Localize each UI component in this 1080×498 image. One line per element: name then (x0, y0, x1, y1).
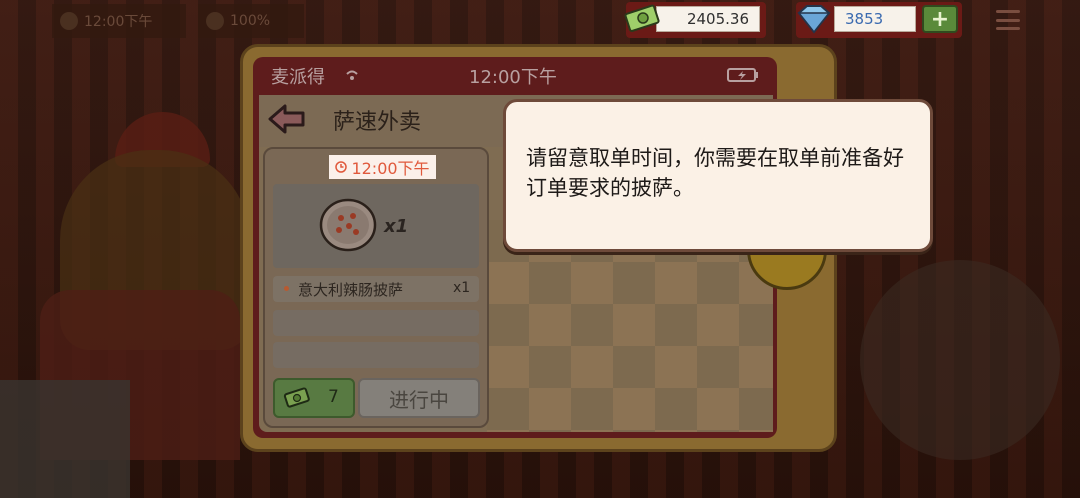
cash-icon (624, 4, 660, 32)
pizza-quantity: x1 (384, 216, 409, 237)
clock-hud: 12:00下午 (52, 4, 186, 38)
cash-icon (283, 387, 310, 408)
order-item-name: 意大利辣肠披萨 (298, 281, 404, 299)
wifi-icon (346, 70, 358, 80)
add-gems-button[interactable]: + (922, 5, 958, 33)
order-item-qty: x1 (453, 280, 471, 296)
clock-icon (335, 161, 348, 173)
gem-value: 3853 (834, 6, 916, 32)
page-title: 萨速外卖 (333, 110, 422, 135)
battery-hud: 100% (198, 4, 304, 38)
bullet-icon (284, 286, 289, 291)
menu-line (996, 10, 1020, 13)
phone-clock: 12:00下午 (469, 67, 557, 88)
reward-amount: 7 (328, 387, 339, 407)
pickup-time: 12:00下午 (351, 159, 430, 178)
phone-status-bar: 麦派得 12:00下午 (253, 57, 777, 95)
phone-app-name: 麦派得 (271, 67, 325, 88)
clock-hud-time: 12:00下午 (84, 14, 153, 30)
order-status-button[interactable]: 进行中 (358, 378, 480, 418)
menu-button[interactable] (988, 6, 1028, 34)
menu-line (996, 18, 1020, 22)
background-customer (860, 260, 1060, 460)
percent-icon (206, 12, 224, 30)
pepperoni-pizza-icon (319, 198, 377, 252)
money-value: 2405.36 (656, 6, 760, 32)
empty-item-slot (273, 310, 479, 336)
empty-item-slot (273, 342, 479, 368)
back-arrow-icon[interactable] (267, 102, 307, 136)
pickup-time-badge: 12:00下午 (329, 155, 436, 179)
menu-line (996, 27, 1020, 30)
battery-icon (727, 68, 758, 82)
battery-hud-percent: 100% (230, 13, 271, 29)
diamond-icon (797, 5, 831, 34)
tutorial-tip-text: 请留意取单时间，你需要在取单前准备好订单要求的披萨。 (526, 146, 904, 200)
cash-register (0, 380, 130, 498)
clock-icon (60, 12, 78, 30)
